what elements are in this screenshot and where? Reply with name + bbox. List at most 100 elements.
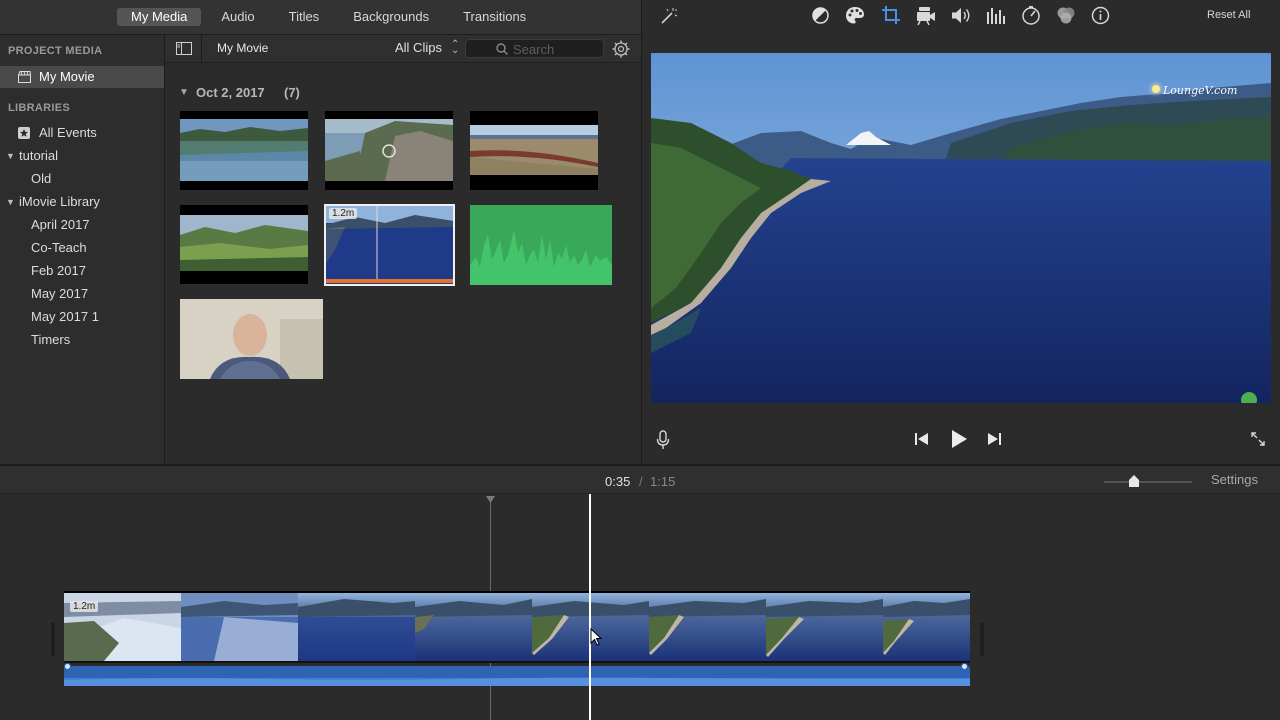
sidebar-item-label: Old <box>31 171 52 186</box>
watermark-sun-icon <box>1152 85 1160 93</box>
clip-count: (7) <box>284 85 300 100</box>
audio-waveform <box>470 230 612 285</box>
clapperboard-icon <box>18 71 31 83</box>
sidebar-item-label: All Events <box>39 125 97 140</box>
speed-icon[interactable] <box>1021 5 1041 25</box>
sidebar-item-co-teach[interactable]: Co-Teach <box>0 237 164 259</box>
playhead[interactable] <box>589 494 591 720</box>
project-media-heading: PROJECT MEDIA <box>8 45 103 57</box>
media-tab-bar: My Media Audio Titles Backgrounds Transi… <box>0 0 641 35</box>
filter-icon[interactable] <box>1056 6 1076 25</box>
watermark-text: LoungeV.com <box>1163 84 1238 97</box>
tab-titles[interactable]: Titles <box>275 8 334 26</box>
tab-backgrounds[interactable]: Backgrounds <box>339 8 443 26</box>
audio-fade-handle[interactable] <box>961 663 968 670</box>
sidebar-item-label: tutorial <box>19 148 59 163</box>
zoom-slider[interactable] <box>1104 481 1192 483</box>
play-icon[interactable] <box>949 429 969 449</box>
clip-duration-badge: 1.2m <box>70 601 99 612</box>
timeline-header: 0:35 / 1:15 Settings <box>0 466 1280 494</box>
browser-title: My Movie <box>217 41 269 55</box>
star-box-icon <box>18 127 30 139</box>
clip-thumbnail[interactable] <box>180 299 323 379</box>
sidebar-item-my-movie[interactable]: My Movie <box>0 66 164 88</box>
zoom-slider-thumb[interactable] <box>1128 474 1140 488</box>
clip-duration-badge: 1.2m <box>329 208 358 219</box>
sidebar-item-label: Feb 2017 <box>31 263 86 278</box>
clip-thumbnail[interactable] <box>180 111 308 190</box>
sidebar-item-label: My Movie <box>39 69 95 84</box>
timeline-right-handle[interactable] <box>980 622 984 656</box>
equalizer-icon[interactable] <box>986 6 1006 25</box>
clip-thumbnail-image <box>180 299 323 379</box>
sidebar-item-may-2017[interactable]: May 2017 <box>0 283 164 305</box>
gear-icon[interactable] <box>612 40 630 58</box>
microphone-icon[interactable] <box>656 430 670 450</box>
sidebar-toggle-icon[interactable] <box>176 42 192 55</box>
total-time: 1:15 <box>650 474 676 489</box>
clip-thumbnail[interactable] <box>470 111 598 190</box>
clip-thumbnail-image <box>180 119 308 181</box>
sidebar-item-imovie-library[interactable]: ▼ iMovie Library <box>0 191 164 213</box>
panel-divider <box>641 0 642 464</box>
fullscreen-icon[interactable] <box>1250 431 1266 447</box>
disclosure-triangle-icon[interactable]: ▼ <box>6 145 15 167</box>
sidebar-item-all-events[interactable]: All Events <box>0 122 164 144</box>
search-placeholder: Search <box>513 42 555 57</box>
sidebar-item-tutorial[interactable]: ▼ tutorial <box>0 145 164 167</box>
audio-waveform <box>64 677 970 686</box>
current-time: 0:35 <box>605 474 631 489</box>
audio-fade-handle[interactable] <box>64 663 71 670</box>
viewer-frame-image <box>651 53 1271 403</box>
updown-chevron-icon: ⌄ <box>451 45 460 56</box>
play-badge-icon <box>1241 392 1257 403</box>
clip-filter-value: All Clips <box>395 40 442 55</box>
disclosure-triangle-icon[interactable]: ▼ <box>6 191 15 213</box>
filmstrip-frames <box>64 593 970 661</box>
skip-back-icon[interactable] <box>914 432 930 446</box>
timeline-settings-button[interactable]: Settings <box>1211 472 1258 487</box>
crop-icon[interactable] <box>881 5 901 25</box>
sidebar-item-label: Co-Teach <box>31 240 87 255</box>
clip-thumbnail-selected[interactable]: 1.2m <box>324 204 455 286</box>
disclosure-triangle-icon[interactable]: ▼ <box>179 87 189 98</box>
reset-all-button[interactable]: Reset All <box>1207 9 1250 21</box>
color-palette-icon[interactable] <box>845 6 865 25</box>
playback-controls <box>642 410 1280 464</box>
audio-track[interactable] <box>64 666 970 686</box>
library-sidebar: PROJECT MEDIA My Movie LIBRARIES All Eve… <box>0 35 165 464</box>
sidebar-item-old[interactable]: Old <box>0 168 164 190</box>
video-viewer[interactable]: LoungeV.com <box>651 53 1271 403</box>
sidebar-item-feb-2017[interactable]: Feb 2017 <box>0 260 164 282</box>
stabilization-camera-icon[interactable] <box>916 6 936 25</box>
tab-transitions[interactable]: Transitions <box>449 8 540 26</box>
audio-clip-thumbnail[interactable] <box>470 205 612 285</box>
info-icon[interactable] <box>1091 6 1110 25</box>
mouse-cursor-icon <box>590 628 602 646</box>
sidebar-item-april-2017[interactable]: April 2017 <box>0 214 164 236</box>
clip-thumbnail[interactable] <box>325 111 453 190</box>
sidebar-item-label: May 2017 1 <box>31 309 99 324</box>
search-icon <box>496 43 508 55</box>
browser-header: My Movie All Clips ⌃ ⌄ Search <box>165 35 641 63</box>
sidebar-item-may-2017-1[interactable]: May 2017 1 <box>0 306 164 328</box>
skip-forward-icon[interactable] <box>986 432 1002 446</box>
video-clip-filmstrip[interactable]: 1.2m <box>64 591 970 663</box>
adjustments-toolbar: Reset All <box>642 0 1280 35</box>
volume-icon[interactable] <box>951 6 971 25</box>
time-separator: / <box>639 474 643 489</box>
date-group-title: Oct 2, 2017 <box>196 85 265 100</box>
tab-audio[interactable]: Audio <box>207 8 268 26</box>
media-browser: ▼ Oct 2, 2017 (7) 1.2m <box>165 63 641 464</box>
timeline-left-handle[interactable] <box>51 622 55 656</box>
color-balance-icon[interactable] <box>811 6 830 25</box>
timeline[interactable]: 1.2m <box>0 494 1280 720</box>
clip-thumbnail-image <box>180 215 308 271</box>
sidebar-item-timers[interactable]: Timers <box>0 329 164 351</box>
sidebar-item-label: Timers <box>31 332 71 347</box>
tab-my-media[interactable]: My Media <box>117 8 202 26</box>
divider <box>201 35 202 63</box>
magic-wand-icon[interactable] <box>658 6 678 26</box>
clip-thumbnail[interactable] <box>180 205 308 284</box>
search-input[interactable]: Search <box>465 39 604 58</box>
